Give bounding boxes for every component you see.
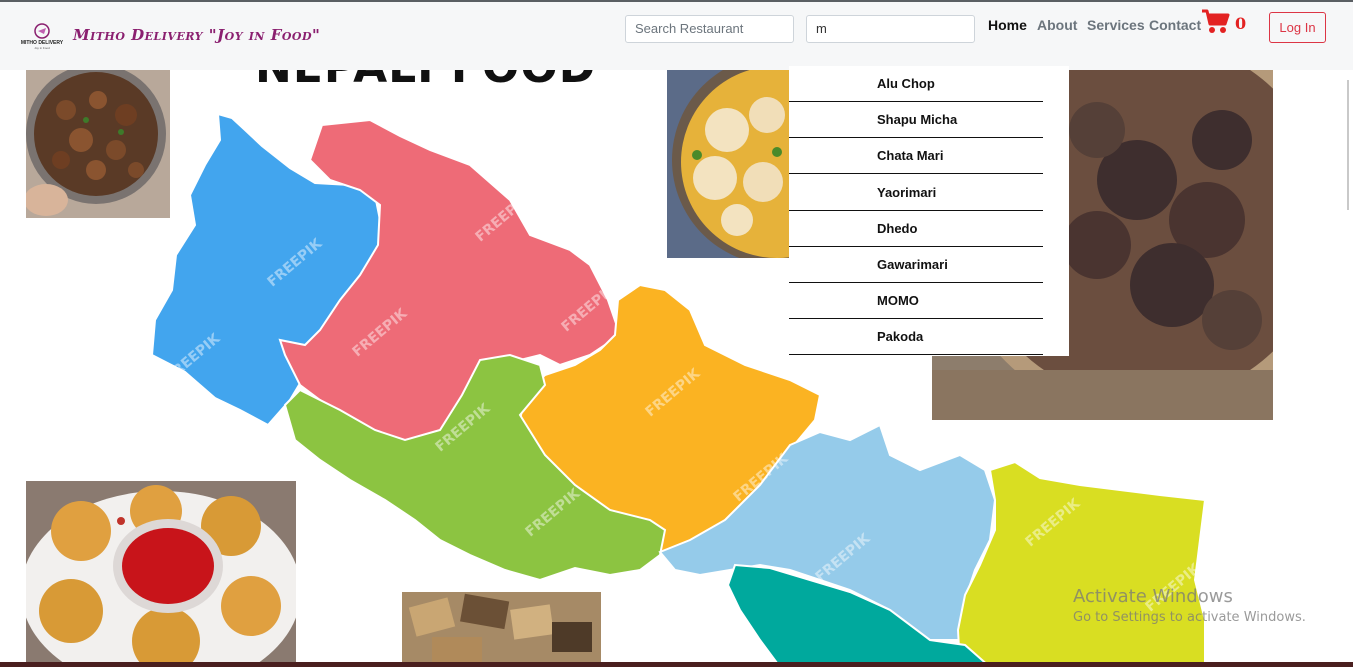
scrollbar-thumb[interactable]	[1347, 80, 1349, 210]
brand-logo[interactable]: MITHO DELIVERY Joy in Food	[18, 22, 66, 50]
cart-icon[interactable]	[1201, 8, 1231, 36]
activate-windows-notice: Activate Windows Go to Settings to activ…	[1073, 586, 1306, 625]
taskbar-edge	[0, 662, 1353, 667]
suggestion-item[interactable]: Chata Mari	[789, 138, 1043, 174]
suggestion-item[interactable]: Yaorimari	[789, 175, 1043, 211]
nav-link-about[interactable]: About	[1037, 17, 1077, 33]
food-photo-pakoda	[26, 481, 296, 667]
brand-name[interactable]: Mitho Delivery "Joy in Food"	[73, 26, 320, 44]
activate-windows-subtitle: Go to Settings to activate Windows.	[1073, 610, 1306, 625]
nav-link-services[interactable]: Services	[1087, 17, 1145, 33]
food-photo-grilled	[402, 592, 601, 667]
login-button[interactable]: Log In	[1269, 12, 1326, 43]
brand-logo-tagline: Joy in Food	[34, 46, 50, 50]
food-photo-meat-curry	[26, 70, 170, 218]
suggestion-item[interactable]: Dhedo	[789, 211, 1043, 247]
suggestion-item[interactable]: Shapu Micha	[789, 102, 1043, 138]
search-food-input[interactable]	[806, 15, 975, 43]
nav-link-contact[interactable]: Contact	[1149, 17, 1201, 33]
food-photo-momo-jhol	[667, 70, 789, 258]
suggestion-item[interactable]: MOMO	[789, 283, 1043, 319]
suggestion-item[interactable]: Alu Chop	[789, 66, 1043, 102]
nav-link-home[interactable]: Home	[988, 17, 1027, 33]
activate-windows-title: Activate Windows	[1073, 586, 1233, 607]
suggestion-item[interactable]: Pakoda	[789, 319, 1043, 355]
map-region-yellowgreen	[956, 460, 1207, 667]
food-suggestions-dropdown: Alu Chop Shapu Micha Chata Mari Yaorimar…	[789, 66, 1069, 356]
search-restaurant-input[interactable]	[625, 15, 794, 43]
suggestion-item[interactable]: Gawarimari	[789, 247, 1043, 283]
navbar: MITHO DELIVERY Joy in Food Mitho Deliver…	[0, 2, 1353, 70]
cart-count-badge: 0	[1235, 14, 1247, 33]
